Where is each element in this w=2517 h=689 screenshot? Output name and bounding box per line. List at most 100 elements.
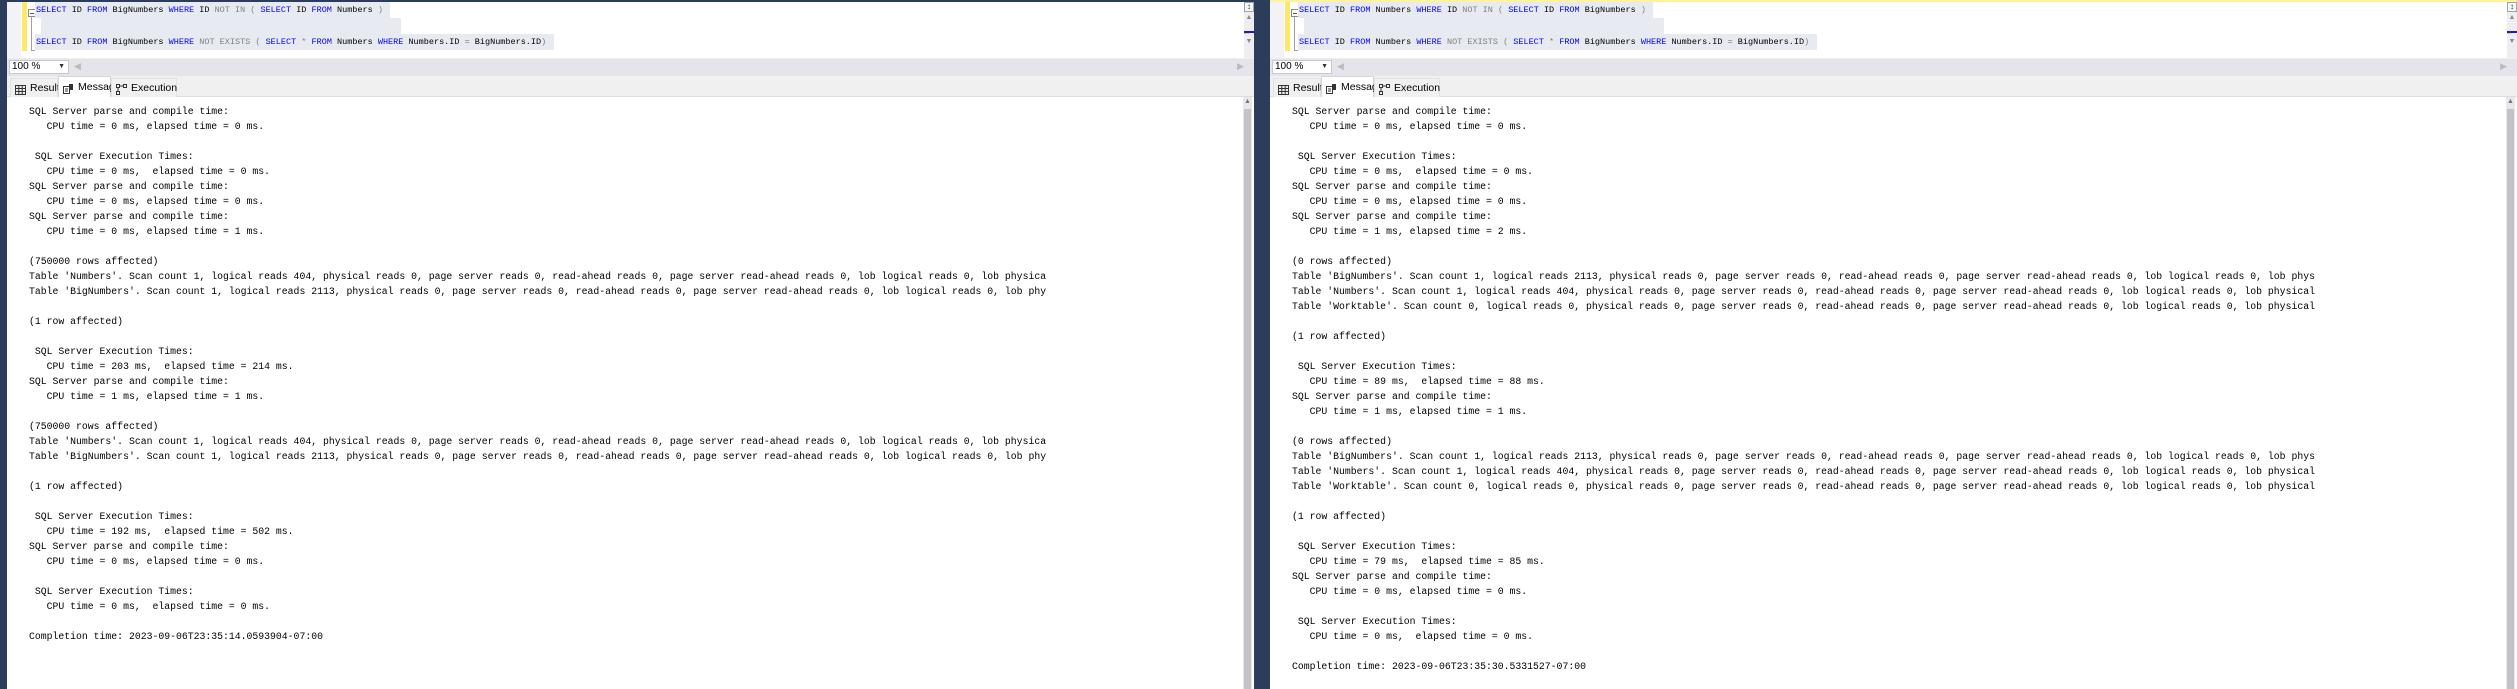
message-line: CPU time = 0 ms, elapsed time = 1 ms. <box>29 226 265 237</box>
change-indicator-bar <box>1285 2 1290 51</box>
code-line[interactable]: SELECT ID FROM Numbers WHERE NOT EXISTS … <box>1299 34 1809 50</box>
code-token-keyword: FROM <box>87 5 108 15</box>
scroll-left-arrow-icon[interactable]: ◀ <box>74 61 81 72</box>
code-token-identifier: ID <box>1441 5 1463 15</box>
scroll-right-arrow-icon[interactable]: ▶ <box>1237 61 1244 72</box>
message-line: CPU time = 89 ms, elapsed time = 88 ms. <box>1292 376 1545 387</box>
message-line: SQL Server Execution Times: <box>1292 541 1457 552</box>
sql-editor[interactable]: SELECT ID FROM BigNumbers WHERE ID NOT I… <box>7 2 1244 58</box>
editor-vertical-scrollbar[interactable]: ↕ ▲ ▼ <box>1244 2 1254 58</box>
tab-execution-plan[interactable]: Execution plan <box>111 78 177 112</box>
message-line: CPU time = 203 ms, elapsed time = 214 ms… <box>29 361 294 372</box>
message-line: Table 'Numbers'. Scan count 1, logical r… <box>29 271 1047 282</box>
scroll-down-arrow-icon[interactable]: ▼ <box>2508 38 2516 46</box>
scroll-up-arrow-icon[interactable]: ▲ <box>2506 98 2515 105</box>
message-line: CPU time = 192 ms, elapsed time = 502 ms… <box>29 526 294 537</box>
messages-vertical-scrollbar[interactable]: ▲ <box>2506 97 2515 689</box>
scrollbar-thumb[interactable] <box>1244 109 1251 689</box>
split-window-icon[interactable]: ↕ <box>1244 2 1254 12</box>
code-token-identifier: Numbers <box>331 37 378 47</box>
scroll-up-arrow-icon[interactable]: ▲ <box>2508 14 2516 22</box>
message-line: SQL Server Execution Times: <box>29 511 194 522</box>
message-line: (1 row affected) <box>1292 331 1387 342</box>
query-window-left: SELECT ID FROM BigNumbers WHERE ID NOT I… <box>7 0 1254 689</box>
code-token-keyword: SELECT <box>1508 5 1539 15</box>
message-line: (0 rows affected) <box>1292 436 1392 447</box>
zoom-level-dropdown[interactable]: 100 % ▼ <box>1272 60 1332 74</box>
chevron-down-icon[interactable]: ▼ <box>58 61 65 73</box>
message-line: (1 row affected) <box>29 481 124 492</box>
message-line: Table 'BigNumbers'. Scan count 1, logica… <box>1292 271 2315 282</box>
horizontal-scrollbar[interactable]: 100 % ▼ ◀ ▶ <box>7 59 1254 76</box>
message-line: Table 'BigNumbers'. Scan count 1, logica… <box>29 286 1047 297</box>
code-token-keyword: FROM <box>311 5 332 15</box>
message-line: SQL Server parse and compile time: <box>1292 391 1498 402</box>
zoom-level-dropdown[interactable]: 100 % ▼ <box>9 60 69 74</box>
code-token-keyword: SELECT <box>265 37 297 47</box>
editor-vertical-scrollbar[interactable]: ↕ ▲ ▼ <box>2507 2 2517 58</box>
outline-line <box>31 17 32 51</box>
message-line: CPU time = 0 ms, elapsed time = 0 ms. <box>1292 586 1528 597</box>
code-token-identifier: BigNumbers <box>107 37 169 47</box>
message-line: SQL Server Execution Times: <box>1292 361 1457 372</box>
code-token-operator: ) <box>541 37 547 47</box>
messages-panel[interactable]: SQL Server parse and compile time: CPU t… <box>7 97 1254 689</box>
code-token-identifier: ID <box>66 5 88 15</box>
query-window-right: SELECT ID FROM Numbers WHERE ID NOT IN (… <box>1270 0 2517 689</box>
code-token-identifier: ID <box>291 5 312 15</box>
messages-text: SQL Server parse and compile time: CPU t… <box>7 97 1243 689</box>
message-line: Table 'Worktable'. Scan count 0, logical… <box>1292 301 2315 312</box>
message-line: Table 'BigNumbers'. Scan count 1, logica… <box>1292 451 2315 462</box>
code-token-keyword: FROM <box>1559 5 1580 15</box>
code-token-keyword: SELECT <box>260 5 292 15</box>
messages-panel[interactable]: SQL Server parse and compile time: CPU t… <box>1270 97 2517 689</box>
sql-editor[interactable]: SELECT ID FROM Numbers WHERE ID NOT IN (… <box>1270 2 2507 58</box>
tab-results[interactable]: Results <box>10 78 65 97</box>
messages-vertical-scrollbar[interactable]: ▲ <box>1243 97 1252 689</box>
code-token-identifier: Numbers.ID <box>1666 37 1728 47</box>
chevron-down-icon[interactable]: ▼ <box>1321 61 1328 73</box>
messages-text: SQL Server parse and compile time: CPU t… <box>1270 97 2506 689</box>
tab-execution-plan[interactable]: Execution plan <box>1374 78 1440 112</box>
code-token-keyword: FROM <box>311 37 332 47</box>
message-line: CPU time = 0 ms, elapsed time = 0 ms. <box>1292 166 1534 177</box>
code-token-keyword: SELECT <box>36 5 67 15</box>
code-token-identifier: Numbers.ID <box>403 37 465 47</box>
scroll-right-arrow-icon[interactable]: ▶ <box>2500 61 2507 72</box>
tab-results[interactable]: Results <box>1273 78 1328 97</box>
tab-messages[interactable]: Messages <box>58 76 126 97</box>
message-line: Completion time: 2023-09-06T23:35:14.059… <box>29 631 323 642</box>
message-line: SQL Server parse and compile time: <box>29 181 235 192</box>
horizontal-scrollbar[interactable]: 100 % ▼ ◀ ▶ <box>1270 59 2517 76</box>
message-line: (750000 rows affected) <box>29 421 159 432</box>
code-line[interactable]: SELECT ID FROM BigNumbers WHERE ID NOT I… <box>36 2 383 18</box>
message-line: SQL Server parse and compile time: <box>1292 106 1498 117</box>
grid-icon <box>1278 83 1289 95</box>
code-token-identifier: ID <box>194 5 215 15</box>
code-token-identifier: BigNumbers <box>107 5 169 15</box>
scroll-down-arrow-icon[interactable]: ▼ <box>1245 38 1253 46</box>
code-token-keyword: SELECT <box>1299 37 1330 47</box>
code-token-operator: NOT IN ( <box>1462 5 1509 15</box>
code-token-keyword: FROM <box>1350 37 1371 47</box>
messages-icon <box>63 81 74 94</box>
code-token-keyword: WHERE <box>168 37 195 47</box>
code-line[interactable]: SELECT ID FROM BigNumbers WHERE NOT EXIS… <box>36 34 546 50</box>
message-line: SQL Server parse and compile time: <box>29 106 235 117</box>
scrollbar-thumb[interactable] <box>2507 109 2514 689</box>
messages-icon <box>1326 81 1337 94</box>
scroll-up-arrow-icon[interactable]: ▲ <box>1245 14 1253 22</box>
scroll-left-arrow-icon[interactable]: ◀ <box>1337 61 1344 72</box>
code-token-identifier: Numbers <box>1370 5 1417 15</box>
split-window-icon[interactable]: ↕ <box>2507 2 2517 12</box>
message-line: CPU time = 1 ms, elapsed time = 1 ms. <box>1292 406 1528 417</box>
message-line: (1 row affected) <box>1292 511 1387 522</box>
code-token-identifier: ID <box>1538 5 1560 15</box>
scroll-up-arrow-icon[interactable]: ▲ <box>1243 98 1252 105</box>
tab-messages[interactable]: Messages <box>1321 76 1389 97</box>
outline-line-end <box>31 50 35 51</box>
message-line: Table 'Numbers'. Scan count 1, logical r… <box>1292 466 2315 477</box>
code-token-identifier: ID <box>1329 5 1351 15</box>
message-line: (1 row affected) <box>29 316 124 327</box>
code-line[interactable]: SELECT ID FROM Numbers WHERE ID NOT IN (… <box>1299 2 1646 18</box>
